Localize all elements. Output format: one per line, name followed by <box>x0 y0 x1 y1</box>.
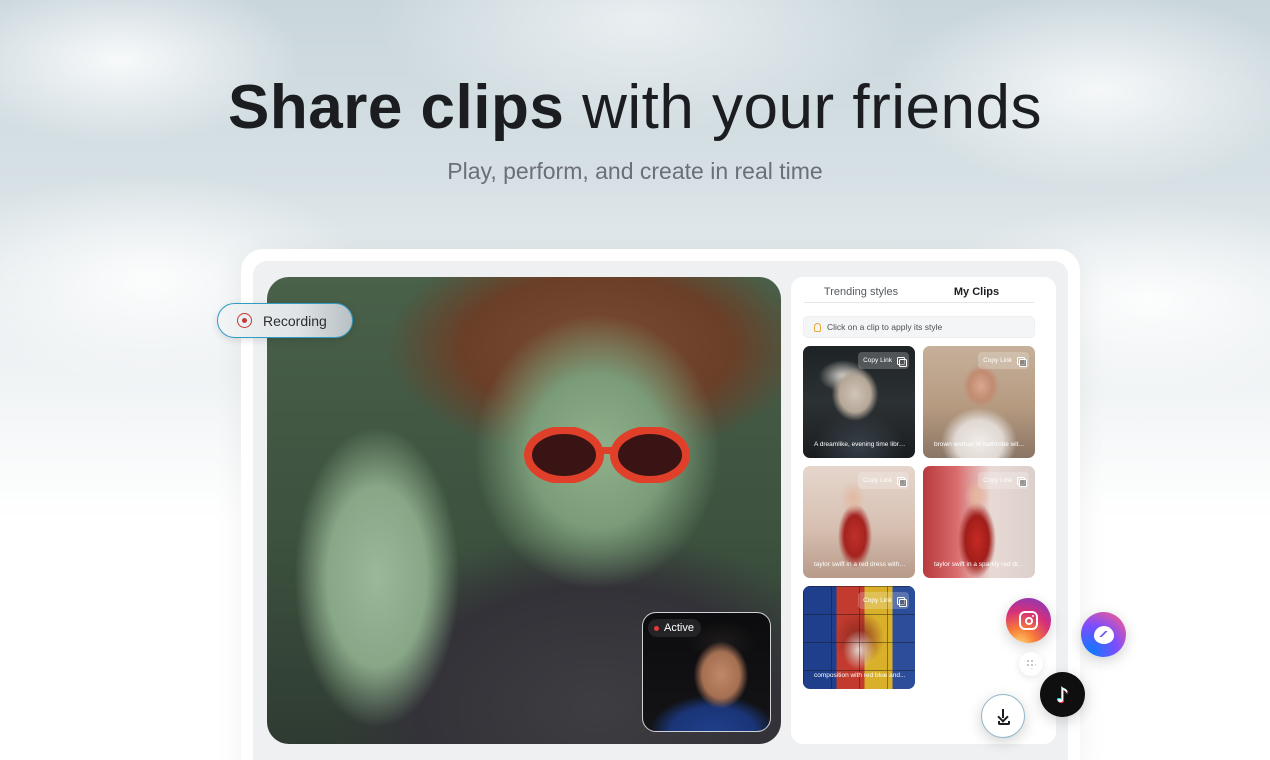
copy-link-label: Copy Link <box>863 477 892 484</box>
tab-my-clips[interactable]: My Clips <box>919 286 1034 303</box>
download-button[interactable] <box>981 694 1025 738</box>
lightbulb-icon <box>814 322 821 332</box>
clip-card[interactable]: Copy Link taylor swift in a red dress wi… <box>803 466 915 578</box>
more-dots-icon <box>1026 659 1036 669</box>
tiktok-share-button[interactable]: ♪ <box>1040 672 1085 717</box>
clip-card[interactable]: Copy Link composition with red blue and.… <box>803 586 915 689</box>
copy-link-button[interactable]: Copy Link <box>978 352 1029 369</box>
tabs-divider <box>804 302 1034 303</box>
clip-card[interactable]: Copy Link taylor swift in a sparkly red … <box>923 466 1035 578</box>
record-icon <box>237 313 252 328</box>
instagram-icon <box>1019 611 1038 630</box>
copy-icon <box>1017 476 1027 487</box>
active-badge: Active <box>648 619 701 637</box>
copy-icon <box>897 476 907 487</box>
copy-icon <box>1017 356 1027 367</box>
clip-card[interactable]: Copy Link A dreamlike, evening time libr… <box>803 346 915 458</box>
tiktok-icon: ♪ <box>1056 682 1069 707</box>
instagram-share-button[interactable] <box>1006 598 1051 643</box>
copy-icon <box>897 596 907 607</box>
clip-caption: brown woman in bathrobe wit... <box>934 441 1024 448</box>
copy-link-label: Copy Link <box>983 477 1012 484</box>
hint-banner: Click on a clip to apply its style <box>803 316 1035 338</box>
active-dot-icon <box>654 625 659 631</box>
clip-caption: taylor swift in a sparkly red dr... <box>934 561 1024 568</box>
recording-button[interactable]: Recording <box>217 303 353 338</box>
copy-link-label: Copy Link <box>863 357 892 364</box>
tab-trending-styles[interactable]: Trending styles <box>804 286 918 303</box>
sunglasses-graphic <box>524 427 690 483</box>
clip-caption: composition with red blue and... <box>814 672 906 679</box>
messenger-share-button[interactable] <box>1081 612 1126 657</box>
download-tray-icon <box>998 721 1010 725</box>
copy-link-button[interactable]: Copy Link <box>858 472 909 489</box>
copy-link-button[interactable]: Copy Link <box>858 592 909 609</box>
active-label: Active <box>664 622 694 634</box>
recording-label: Recording <box>263 312 327 329</box>
clip-caption: taylor swift in a red dress with ... <box>814 561 906 568</box>
copy-link-button[interactable]: Copy Link <box>978 472 1029 489</box>
page-subtitle: Play, perform, and create in real time <box>447 158 823 184</box>
title-light: with your friends <box>564 73 1042 142</box>
copy-icon <box>897 356 907 367</box>
title-bold: Share clips <box>228 73 565 142</box>
page-title: Share clips with your friends <box>0 72 1270 143</box>
more-share-button[interactable] <box>1019 652 1043 676</box>
clip-card[interactable]: Copy Link brown woman in bathrobe wit... <box>923 346 1035 458</box>
copy-link-label: Copy Link <box>863 597 892 604</box>
messenger-icon <box>1093 625 1114 644</box>
clip-caption: A dreamlike, evening time libra... <box>814 441 906 448</box>
hint-text: Click on a clip to apply its style <box>827 322 943 332</box>
copy-link-label: Copy Link <box>983 357 1012 364</box>
copy-link-button[interactable]: Copy Link <box>858 352 909 369</box>
